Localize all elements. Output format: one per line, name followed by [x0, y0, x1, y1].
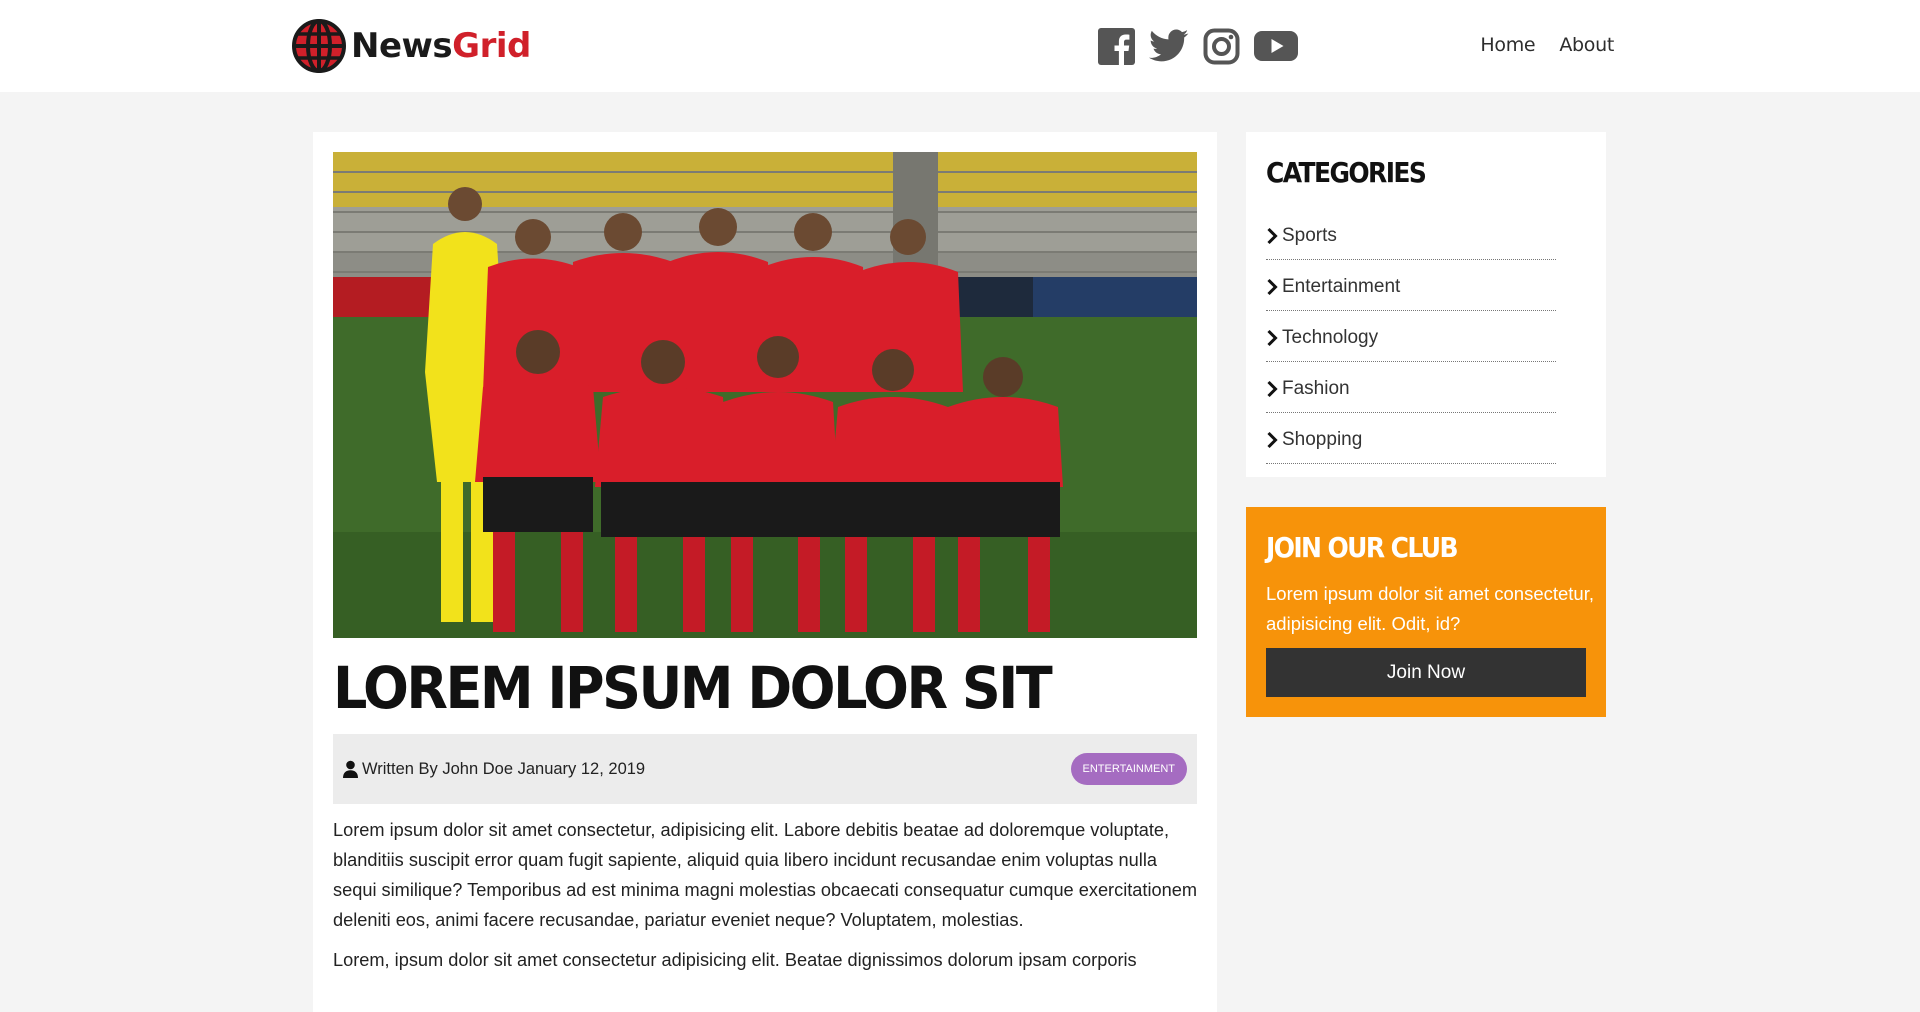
- category-label: Fashion: [1282, 377, 1350, 399]
- chevron-right-icon: [1267, 278, 1278, 295]
- chevron-right-icon: [1267, 329, 1278, 346]
- logo-brand-news: News: [351, 26, 453, 66]
- category-item-entertainment[interactable]: Entertainment: [1266, 261, 1556, 311]
- article-body: Lorem ipsum dolor sit amet consectetur, …: [333, 815, 1197, 985]
- twitter-icon[interactable]: [1149, 29, 1189, 63]
- facebook-icon[interactable]: [1098, 27, 1135, 65]
- globe-icon: [292, 19, 346, 73]
- chevron-right-icon: [1267, 431, 1278, 448]
- club-description: Lorem ipsum dolor sit amet consectetur, …: [1266, 583, 1595, 634]
- byline: Written By John Doe January 12, 2019: [343, 734, 645, 804]
- categories-widget: Categories Sports Entertainment Technolo…: [1246, 132, 1606, 477]
- logo-brand-grid: Grid: [452, 26, 531, 66]
- category-label: Entertainment: [1282, 275, 1401, 297]
- category-item-fashion[interactable]: Fashion: [1266, 363, 1556, 413]
- chevron-right-icon: [1267, 380, 1278, 397]
- category-list: Sports Entertainment Technology Fashion …: [1266, 210, 1556, 465]
- site-header: NewsGrid Home About: [0, 0, 1920, 92]
- category-badge[interactable]: Entertainment: [1070, 753, 1187, 785]
- article-hero-image: [333, 152, 1197, 638]
- category-item-shopping[interactable]: Shopping: [1266, 414, 1556, 464]
- logo-text: NewsGrid: [351, 29, 531, 63]
- categories-heading: Categories: [1266, 156, 1427, 189]
- article-card: Lorem ipsum dolor sit amet Written By Jo…: [313, 132, 1217, 1012]
- article-meta: Written By John Doe January 12, 2019 Ent…: [333, 734, 1197, 804]
- category-item-sports[interactable]: Sports: [1266, 210, 1556, 260]
- category-label: Shopping: [1282, 428, 1363, 450]
- youtube-icon[interactable]: [1254, 30, 1298, 62]
- join-now-button[interactable]: Join Now: [1266, 648, 1586, 697]
- nav-about[interactable]: About: [1559, 34, 1614, 56]
- nav-home[interactable]: Home: [1480, 34, 1535, 56]
- user-icon: [343, 760, 358, 778]
- club-heading: Join Our Club: [1266, 531, 1459, 564]
- category-label: Sports: [1282, 224, 1337, 246]
- category-item-technology[interactable]: Technology: [1266, 312, 1556, 362]
- main-nav: Home About: [1456, 34, 1614, 56]
- byline-text: Written By John Doe January 12, 2019: [362, 759, 646, 778]
- social-links: [1098, 26, 1312, 66]
- article-paragraph: Lorem ipsum dolor sit amet consectetur, …: [333, 820, 1198, 930]
- category-label: Technology: [1282, 326, 1379, 348]
- instagram-icon[interactable]: [1203, 28, 1240, 65]
- site-logo[interactable]: NewsGrid: [292, 19, 531, 73]
- article-paragraph: Lorem, ipsum dolor sit amet consectetur …: [333, 950, 1137, 970]
- chevron-right-icon: [1267, 227, 1278, 244]
- join-club-widget: Join Our Club Lorem ipsum dolor sit amet…: [1246, 507, 1606, 717]
